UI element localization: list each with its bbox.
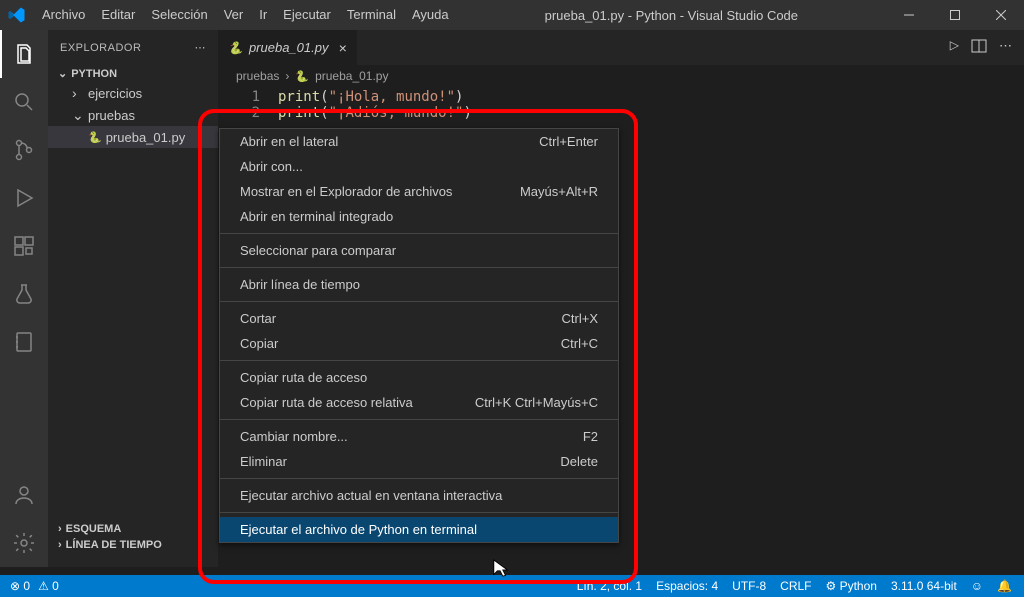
folder-ejercicios[interactable]: ejercicios — [48, 82, 218, 104]
ctx-run-python-terminal[interactable]: Ejecutar el archivo de Python en termina… — [220, 517, 618, 542]
ctx-delete[interactable]: EliminarDelete — [220, 449, 618, 474]
status-eol[interactable]: CRLF — [780, 579, 811, 593]
ctx-open-with[interactable]: Abrir con... — [220, 154, 618, 179]
separator — [220, 301, 618, 302]
menu-archivo[interactable]: Archivo — [34, 0, 93, 30]
outline-header[interactable]: ESQUEMA — [48, 521, 218, 537]
titlebar: Archivo Editar Selección Ver Ir Ejecutar… — [0, 0, 1024, 30]
gear-icon[interactable] — [0, 519, 48, 567]
timeline-header[interactable]: LÍNEA DE TIEMPO — [48, 537, 218, 553]
status-feedback-icon[interactable]: ☺ — [971, 579, 983, 593]
status-bell-icon[interactable]: 🔔 — [997, 579, 1012, 593]
ctx-reveal[interactable]: Mostrar en el Explorador de archivosMayú… — [220, 179, 618, 204]
status-encoding[interactable]: UTF-8 — [732, 579, 766, 593]
explorer-title: EXPLORADOR — [60, 42, 141, 54]
status-bar: ⊗ 0 ⚠ 0 Lín. 2, col. 1 Espacios: 4 UTF-8… — [0, 575, 1024, 597]
ctx-cut[interactable]: CortarCtrl+X — [220, 306, 618, 331]
split-icon[interactable] — [971, 38, 987, 57]
ctx-open-side[interactable]: Abrir en el lateralCtrl+Enter — [220, 129, 618, 154]
ctx-copy-path[interactable]: Copiar ruta de acceso — [220, 365, 618, 390]
notebook-icon[interactable] — [0, 318, 48, 366]
ctx-run-interactive[interactable]: Ejecutar archivo actual en ventana inter… — [220, 483, 618, 508]
menu-ver[interactable]: Ver — [216, 0, 252, 30]
menu-ejecutar[interactable]: Ejecutar — [275, 0, 339, 30]
status-errors[interactable]: ⊗ 0 — [10, 579, 30, 593]
menu-editar[interactable]: Editar — [93, 0, 143, 30]
minimize-button[interactable] — [886, 0, 932, 30]
file-prueba01[interactable]: 🐍prueba_01.py — [48, 126, 218, 148]
folder-pruebas[interactable]: pruebas — [48, 104, 218, 126]
close-button[interactable] — [978, 0, 1024, 30]
separator — [220, 512, 618, 513]
window-title: prueba_01.py - Python - Visual Studio Co… — [457, 8, 886, 23]
close-tab-icon[interactable]: × — [338, 40, 346, 56]
ctx-open-timeline[interactable]: Abrir línea de tiempo — [220, 272, 618, 297]
maximize-button[interactable] — [932, 0, 978, 30]
tab-prueba01[interactable]: 🐍prueba_01.py× — [218, 30, 357, 65]
ctx-copy[interactable]: CopiarCtrl+C — [220, 331, 618, 356]
breadcrumbs[interactable]: pruebas›🐍prueba_01.py — [218, 65, 1024, 87]
separator — [220, 478, 618, 479]
ctx-copy-relpath[interactable]: Copiar ruta de acceso relativaCtrl+K Ctr… — [220, 390, 618, 415]
menu-terminal[interactable]: Terminal — [339, 0, 404, 30]
status-lang[interactable]: ⚙ Python — [826, 579, 877, 593]
debug-icon[interactable] — [0, 174, 48, 222]
context-menu: Abrir en el lateralCtrl+Enter Abrir con.… — [219, 128, 619, 543]
ctx-rename[interactable]: Cambiar nombre...F2 — [220, 424, 618, 449]
menu-ayuda[interactable]: Ayuda — [404, 0, 457, 30]
status-lncol[interactable]: Lín. 2, col. 1 — [577, 579, 642, 593]
run-button[interactable]: ▷ — [950, 38, 959, 57]
ctx-select-compare[interactable]: Seleccionar para comparar — [220, 238, 618, 263]
menu-bar: Archivo Editar Selección Ver Ir Ejecutar… — [34, 0, 457, 30]
account-icon[interactable] — [0, 471, 48, 519]
status-warnings[interactable]: ⚠ 0 — [38, 579, 59, 593]
separator — [220, 233, 618, 234]
status-spaces[interactable]: Espacios: 4 — [656, 579, 718, 593]
ctx-open-terminal[interactable]: Abrir en terminal integrado — [220, 204, 618, 229]
scm-icon[interactable] — [0, 126, 48, 174]
vscode-icon — [0, 6, 34, 24]
status-version[interactable]: 3.11.0 64-bit — [891, 579, 957, 593]
extensions-icon[interactable] — [0, 222, 48, 270]
cursor-icon — [492, 558, 510, 580]
project-header[interactable]: PYTHON — [48, 65, 218, 82]
menu-seleccion[interactable]: Selección — [143, 0, 215, 30]
explorer-icon[interactable] — [0, 30, 48, 78]
testing-icon[interactable] — [0, 270, 48, 318]
separator — [220, 419, 618, 420]
activity-bar — [0, 30, 48, 567]
menu-ir[interactable]: Ir — [251, 0, 275, 30]
editor-content[interactable]: 1print("¡Hola, mundo!") 2print("¡Adiós, … — [218, 87, 1024, 121]
more-icon[interactable]: ⋯ — [195, 41, 207, 54]
separator — [220, 360, 618, 361]
search-icon[interactable] — [0, 78, 48, 126]
editor-more-icon[interactable]: ⋯ — [999, 38, 1012, 57]
sidebar: EXPLORADOR ⋯ PYTHON ejercicios pruebas 🐍… — [48, 30, 218, 567]
separator — [220, 267, 618, 268]
